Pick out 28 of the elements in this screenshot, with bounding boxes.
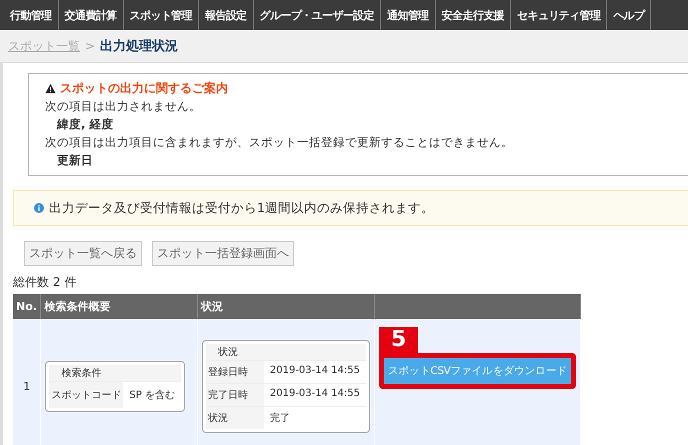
nav-button[interactable]: スポット一覧へ戻る bbox=[24, 241, 142, 266]
total-count: 総件数 2 件 bbox=[13, 274, 78, 291]
info-text: 出力データ及び受付情報は受付から1週間以内のみ保持されます。 bbox=[49, 200, 434, 216]
status-value: 完了 bbox=[268, 412, 291, 426]
warning-icon bbox=[45, 82, 56, 94]
breadcrumb-separator: > bbox=[85, 39, 96, 53]
step-number-badge: 5 bbox=[379, 327, 418, 353]
card-title: 検索条件 bbox=[49, 364, 181, 380]
column-header: No. bbox=[13, 294, 41, 319]
nav-button[interactable]: スポット一括登録画面へ bbox=[152, 241, 294, 266]
condition-label: スポットコード bbox=[49, 382, 124, 408]
status-value: 2019-03-14 14:55 bbox=[268, 364, 361, 378]
condition-value: SP を含む bbox=[128, 388, 176, 402]
notice-text: 次の項目は出力項目に含まれますが、スポット一括登録で更新することはできません。 bbox=[45, 134, 514, 151]
page-title: 出力処理状況 bbox=[100, 38, 178, 55]
column-header: 状況 bbox=[197, 294, 375, 319]
notice-text: 更新日 bbox=[56, 152, 94, 169]
card-title: 状況 bbox=[206, 344, 366, 360]
info-icon bbox=[34, 203, 44, 213]
status-label: 登録日時 bbox=[206, 360, 264, 382]
column-header: 検索条件概要 bbox=[40, 294, 198, 319]
notice-title: スポットの出力に関するご案内 bbox=[60, 80, 228, 97]
notice-text: 緯度, 経度 bbox=[56, 116, 114, 133]
table-cell: 1 bbox=[13, 319, 41, 445]
status-value: 2019-03-14 14:55 bbox=[268, 386, 361, 400]
status-label: 状況 bbox=[206, 406, 264, 428]
notice-text: 次の項目は出力されません。 bbox=[45, 98, 202, 115]
status-label: 完了日時 bbox=[206, 384, 264, 406]
